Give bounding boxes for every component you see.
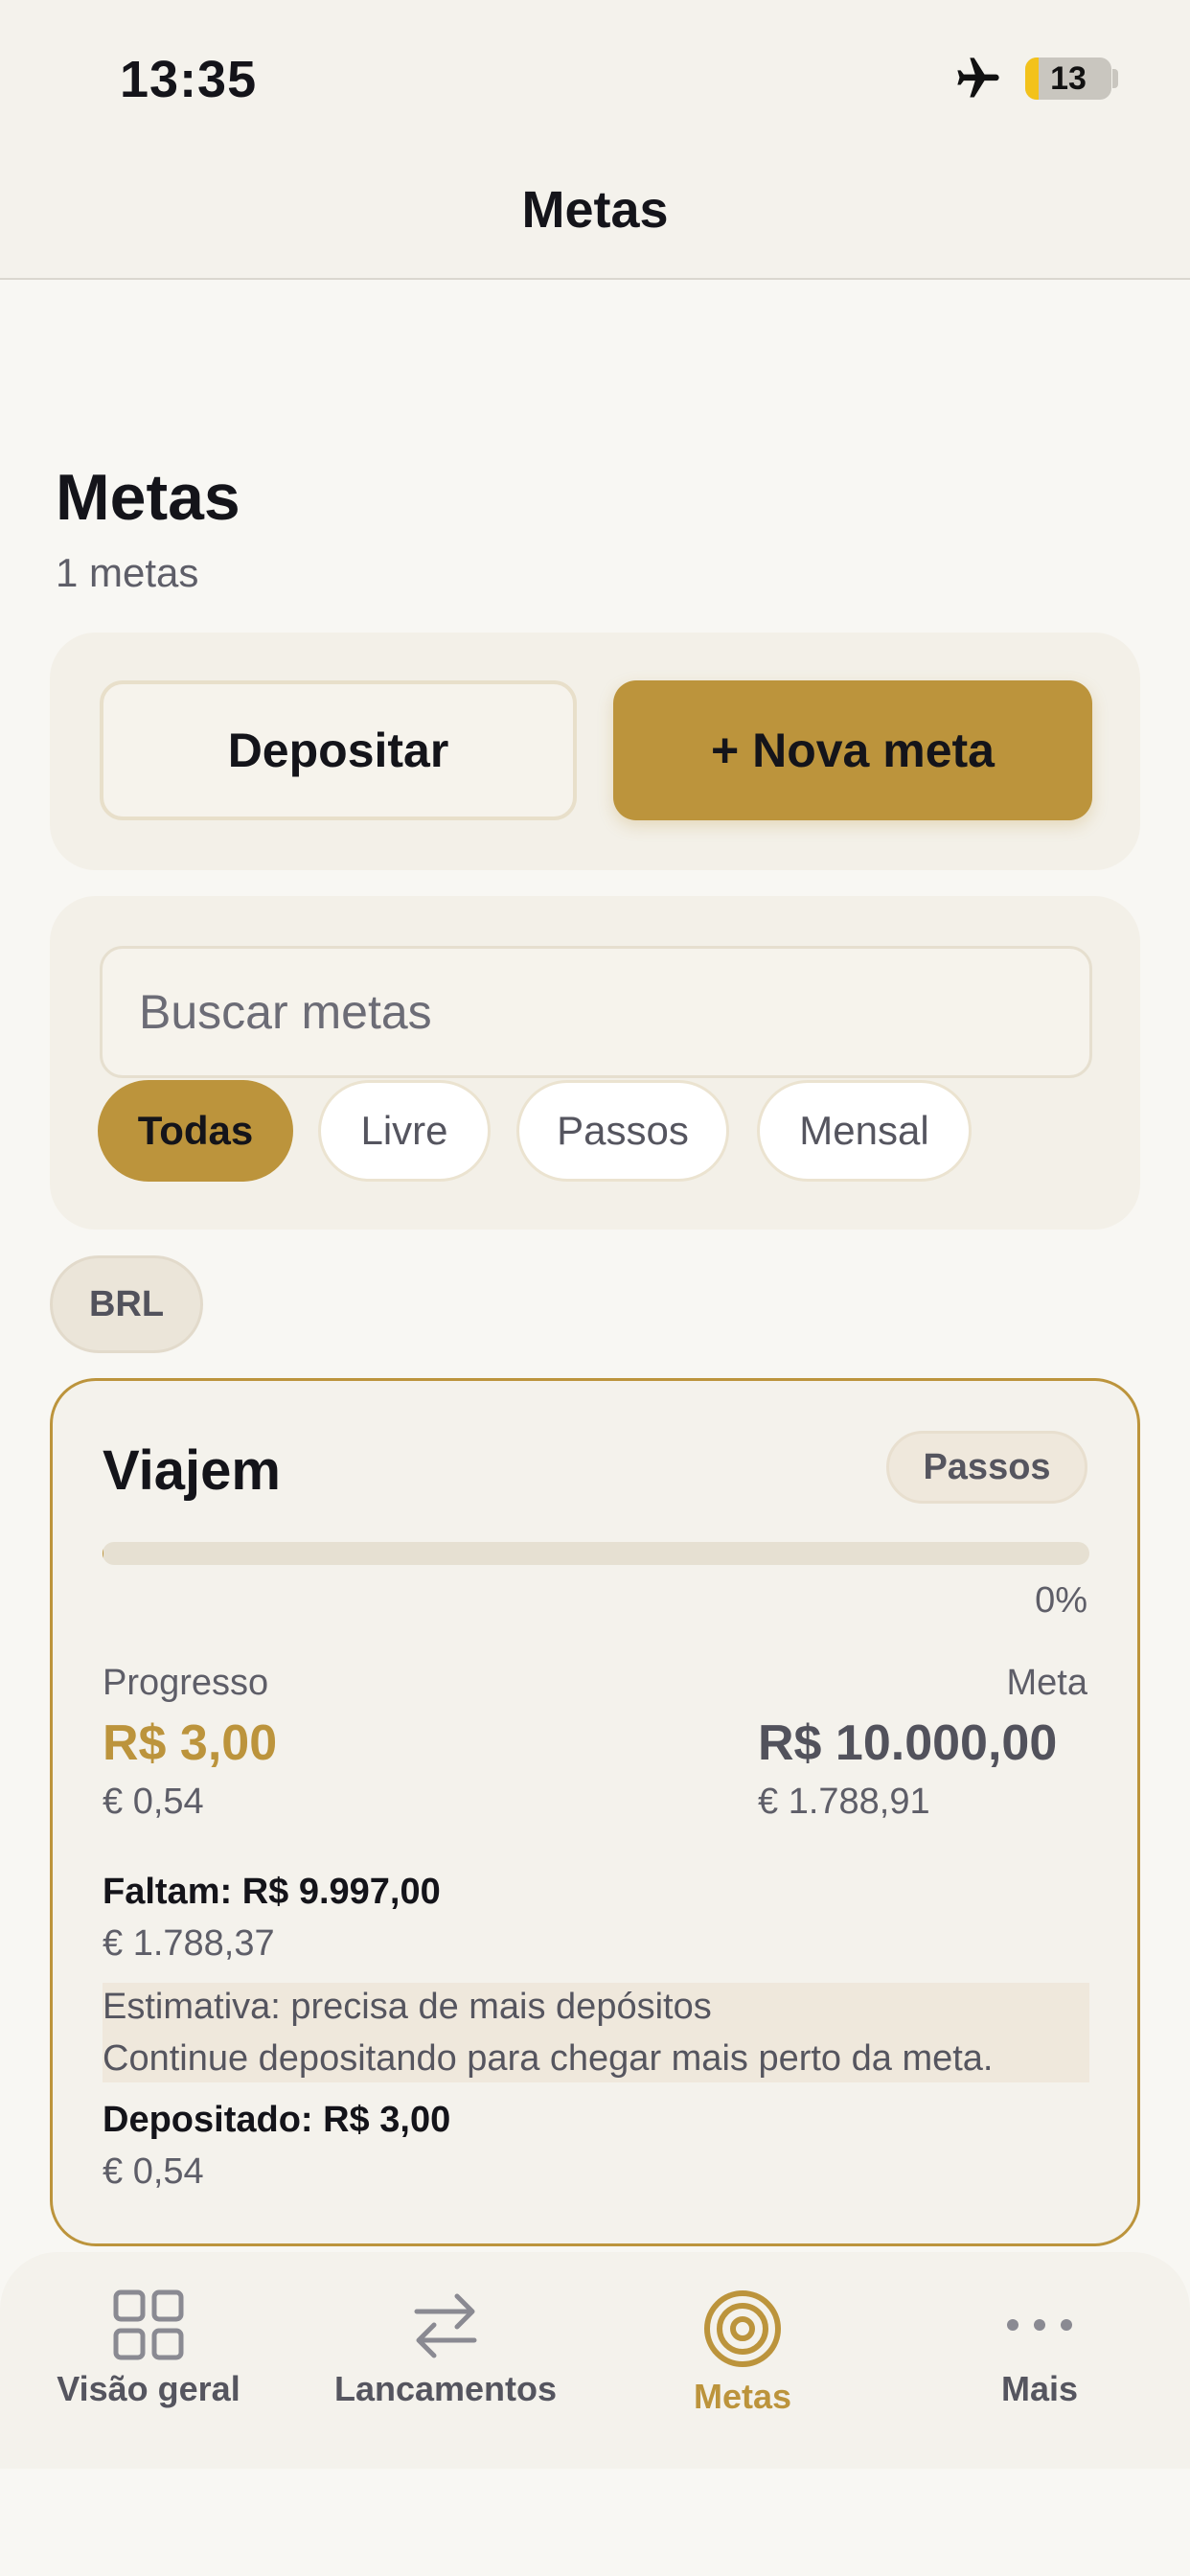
progress-percent: 0% bbox=[1035, 1580, 1087, 1621]
filter-all[interactable]: Todas bbox=[98, 1080, 293, 1182]
tab-label: Metas bbox=[693, 2377, 792, 2416]
target-label: Meta bbox=[1006, 1663, 1087, 1703]
goal-count: 1 metas bbox=[56, 550, 199, 595]
grid-icon bbox=[113, 2289, 184, 2360]
target-icon bbox=[704, 2290, 781, 2367]
search-card: Todas Livre Passos Mensal bbox=[50, 896, 1140, 1230]
goal-card[interactable]: Viajem Passos 0% Progresso R$ 3,00 € 0,5… bbox=[50, 1378, 1140, 2246]
deposited-amount: Depositado: R$ 3,00 bbox=[103, 2100, 451, 2140]
tab-label: Mais bbox=[1000, 2369, 1079, 2408]
target-eur: € 1.788,91 bbox=[758, 1782, 930, 1822]
tab-bar: Visão geral Lancamentos Metas Mais bbox=[0, 2252, 1190, 2469]
estimate-hint: Continue depositando para chegar mais pe… bbox=[103, 2038, 994, 2079]
tab-goals[interactable]: Metas bbox=[594, 2288, 891, 2432]
battery-icon: 13 bbox=[1025, 58, 1111, 100]
page-title: Metas bbox=[56, 461, 240, 534]
arrows-swap-icon bbox=[414, 2293, 477, 2358]
status-bar: 13:35 13 bbox=[0, 0, 1190, 144]
progress-label: Progresso bbox=[103, 1663, 269, 1703]
progress-value: R$ 3,00 bbox=[103, 1715, 278, 1771]
actions-card: Depositar + Nova meta bbox=[50, 632, 1140, 870]
filter-free[interactable]: Livre bbox=[318, 1080, 491, 1182]
tab-launches[interactable]: Lancamentos bbox=[297, 2288, 594, 2432]
status-time: 13:35 bbox=[120, 51, 258, 108]
nav-header: Metas bbox=[0, 144, 1190, 280]
estimate-box: Estimativa: precisa de mais depósitos Co… bbox=[103, 1983, 1089, 2082]
filter-steps[interactable]: Passos bbox=[516, 1080, 729, 1182]
battery-level: 13 bbox=[1050, 60, 1087, 97]
remaining-amount: Faltam: R$ 9.997,00 bbox=[103, 1872, 441, 1912]
airplane-mode-icon bbox=[957, 58, 999, 98]
currency-chip[interactable]: BRL bbox=[50, 1255, 203, 1353]
remaining-eur: € 1.788,37 bbox=[103, 1923, 275, 1964]
tab-label: Lancamentos bbox=[333, 2369, 558, 2408]
nav-title: Metas bbox=[521, 181, 669, 239]
target-value: R$ 10.000,00 bbox=[758, 1715, 1058, 1771]
deposit-button[interactable]: Depositar bbox=[100, 680, 577, 820]
tab-label: Visão geral bbox=[57, 2369, 240, 2408]
estimate-text: Estimativa: precisa de mais depósitos bbox=[103, 1987, 712, 2027]
more-dots-icon bbox=[1007, 2319, 1072, 2331]
progress-bar bbox=[103, 1542, 1089, 1565]
deposited-eur: € 0,54 bbox=[103, 2151, 204, 2192]
goal-name: Viajem bbox=[103, 1439, 281, 1502]
goal-type-badge: Passos bbox=[886, 1431, 1087, 1504]
tab-more[interactable]: Mais bbox=[891, 2288, 1188, 2432]
search-input[interactable] bbox=[100, 946, 1092, 1078]
tab-overview[interactable]: Visão geral bbox=[0, 2288, 297, 2432]
new-goal-button[interactable]: + Nova meta bbox=[613, 680, 1092, 820]
progress-eur: € 0,54 bbox=[103, 1782, 204, 1822]
filter-monthly[interactable]: Mensal bbox=[757, 1080, 972, 1182]
